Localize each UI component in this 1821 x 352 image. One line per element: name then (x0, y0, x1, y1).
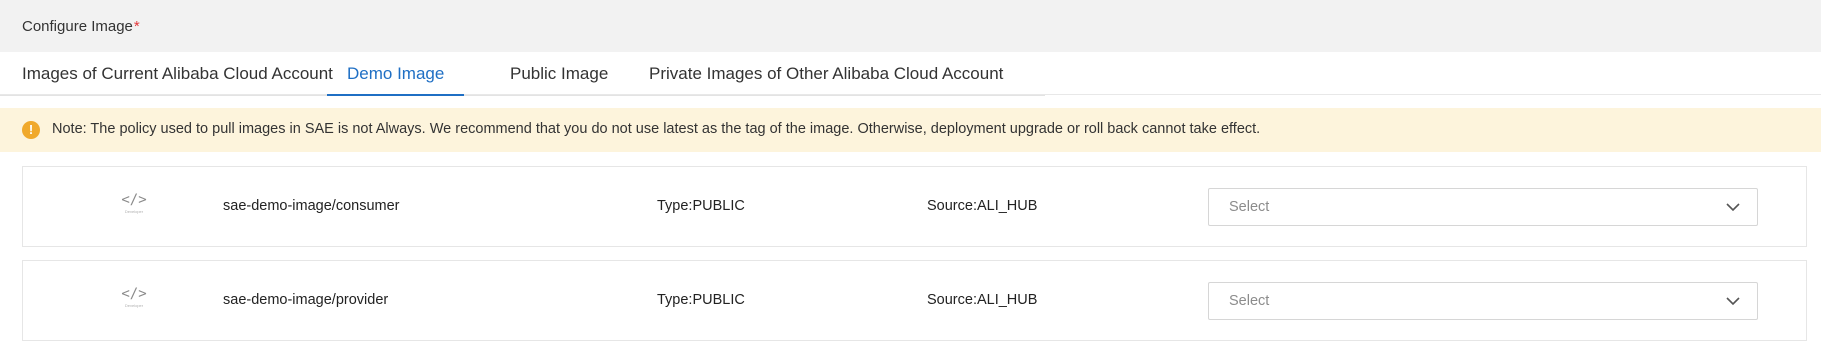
section-title-text: Configure Image (22, 18, 133, 35)
image-source: Source:ALI_HUB (927, 198, 1038, 214)
active-tab-indicator (327, 94, 465, 96)
image-type: Type:PUBLIC (657, 292, 745, 308)
tab-demo-image[interactable]: Demo Image (327, 52, 465, 96)
code-icon: </> Developer (119, 287, 149, 313)
section-header: Configure Image* (0, 0, 1821, 52)
image-type: Type:PUBLIC (657, 198, 745, 214)
tab-label: Private Images of Other Alibaba Cloud Ac… (649, 64, 1004, 83)
chevron-down-icon (1726, 203, 1740, 212)
code-glyph: </> (121, 192, 147, 208)
image-name: sae-demo-image/consumer (223, 198, 400, 214)
select-placeholder: Select (1229, 293, 1270, 309)
warning-icon: ! (22, 121, 40, 139)
tab-label: Public Image (510, 64, 609, 83)
image-source-tabs: Images of Current Alibaba Cloud Account … (0, 52, 1045, 96)
tab-label: Images of Current Alibaba Cloud Account (22, 64, 333, 83)
chevron-down-icon (1726, 297, 1740, 306)
version-select[interactable]: Select (1208, 282, 1758, 320)
image-row-consumer: </> Developer sae-demo-image/consumer Ty… (22, 166, 1807, 247)
notice-text: Note: The policy used to pull images in … (52, 121, 1261, 137)
tab-other-account-private-images[interactable]: Private Images of Other Alibaba Cloud Ac… (649, 52, 1003, 95)
tab-current-account-images[interactable]: Images of Current Alibaba Cloud Account (22, 52, 333, 95)
code-icon-caption: Developer (124, 209, 144, 214)
policy-notice: ! Note: The policy used to pull images i… (0, 108, 1821, 152)
select-placeholder: Select (1229, 199, 1270, 215)
code-icon-caption: Developer (124, 303, 144, 308)
version-select[interactable]: Select (1208, 188, 1758, 226)
tab-public-image[interactable]: Public Image (510, 52, 608, 95)
section-title: Configure Image* (22, 18, 140, 35)
image-row-provider: </> Developer sae-demo-image/provider Ty… (22, 260, 1807, 341)
code-icon: </> Developer (119, 193, 149, 219)
image-name: sae-demo-image/provider (223, 292, 389, 308)
configure-image-panel: Configure Image* Images of Current Aliba… (0, 0, 1821, 352)
image-source: Source:ALI_HUB (927, 292, 1038, 308)
required-marker: * (133, 18, 140, 35)
code-glyph: </> (121, 286, 147, 302)
tab-label: Demo Image (347, 64, 445, 83)
